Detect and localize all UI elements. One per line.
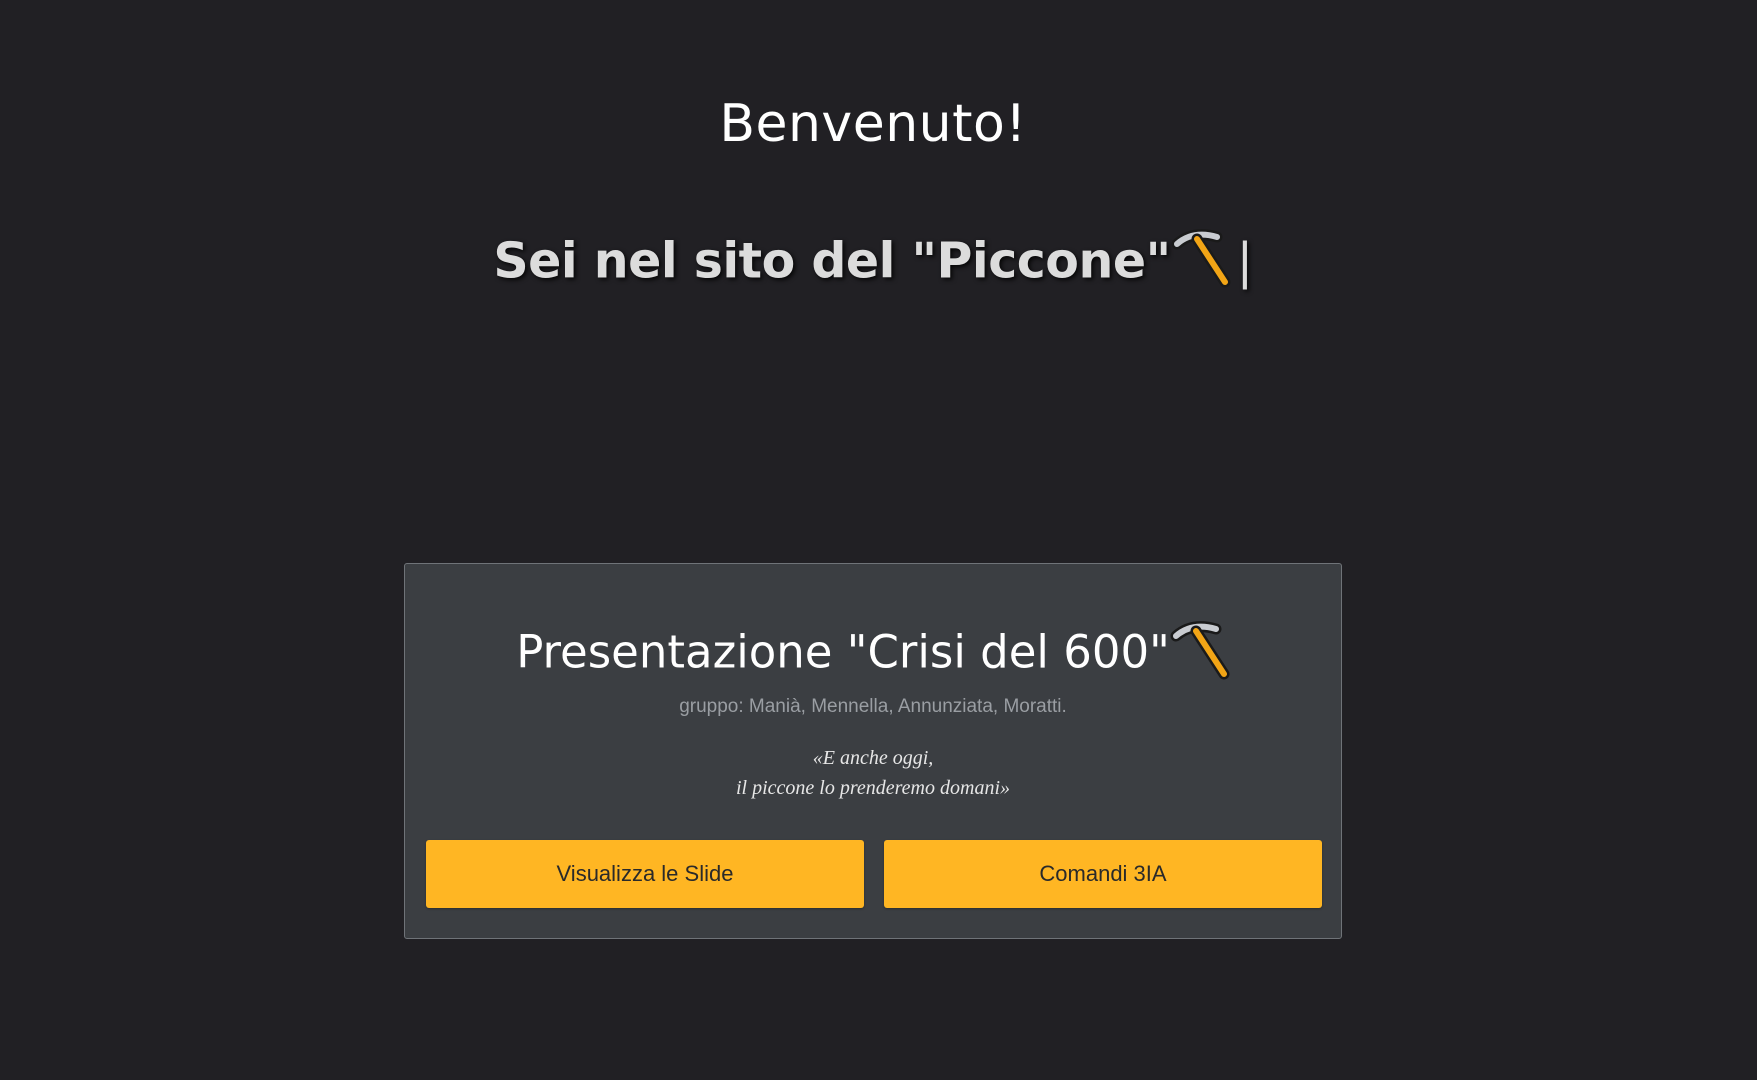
quote: «E anche oggi, il piccone lo prenderemo … bbox=[405, 743, 1341, 803]
presentation-card: Presentazione "Crisi del 600" gruppo: Ma… bbox=[404, 563, 1342, 939]
commands-3ia-button[interactable]: Comandi 3IA bbox=[884, 840, 1322, 908]
view-slides-button[interactable]: Visualizza le Slide bbox=[426, 840, 864, 908]
welcome-heading: Benvenuto! bbox=[719, 94, 1027, 154]
typing-text: Sei nel sito del "Piccone" bbox=[493, 232, 1171, 290]
quote-line-1: «E anche oggi, bbox=[812, 747, 934, 769]
typing-cursor: | bbox=[1236, 232, 1254, 290]
pick-icon bbox=[1171, 228, 1231, 300]
pick-icon bbox=[1170, 620, 1230, 691]
quote-line-2: il piccone lo prenderemo domani» bbox=[735, 777, 1010, 799]
card-title: Presentazione "Crisi del 600" bbox=[405, 620, 1341, 691]
group-members-text: gruppo: Manià, Mennella, Annunziata, Mor… bbox=[679, 696, 1067, 717]
typing-headline: Sei nel sito del "Piccone" | bbox=[0, 228, 1746, 300]
card-title-text: Presentazione "Crisi del 600" bbox=[516, 625, 1170, 679]
page: Benvenuto! Sei nel sito del "Piccone" | … bbox=[0, 0, 1757, 1080]
